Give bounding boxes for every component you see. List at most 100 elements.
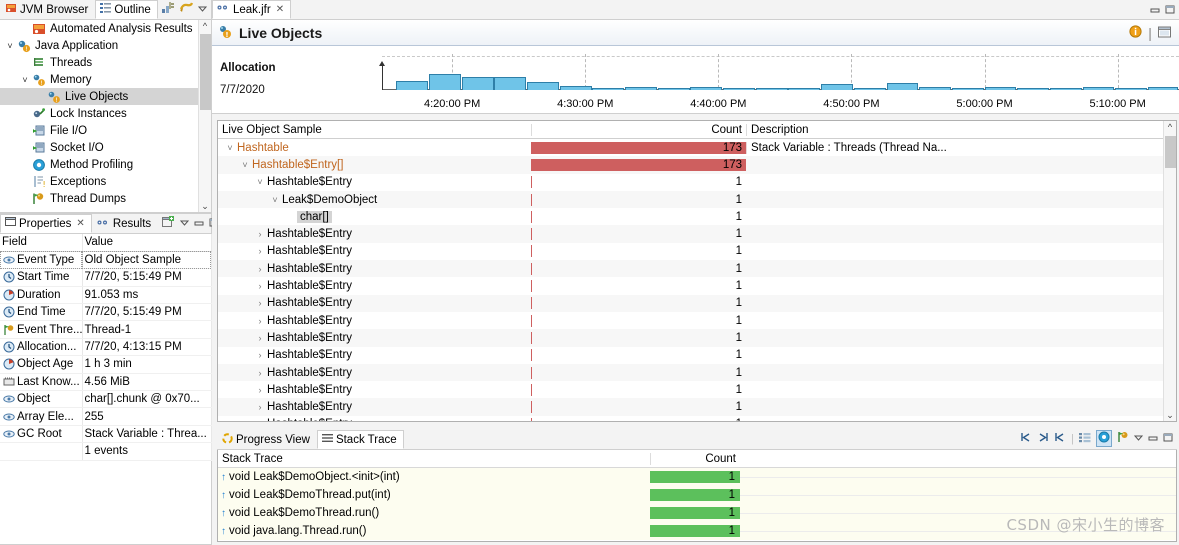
stack-trace-row[interactable]: ↑ void Leak$DemoThread.put(int) 1 <box>218 486 1176 504</box>
tab-jvm-browser[interactable]: JVM Browser <box>0 0 95 19</box>
table-row[interactable]: char[] 1 <box>218 208 1176 225</box>
properties-row[interactable]: Start Time 7/7/20, 5:15:49 PM <box>0 268 212 287</box>
chart-bar[interactable] <box>886 82 919 90</box>
chart-bar[interactable] <box>1017 87 1050 90</box>
minimize-icon[interactable] <box>1150 5 1160 17</box>
tab-results[interactable]: Results <box>92 214 158 233</box>
minimize-icon[interactable] <box>1148 433 1158 445</box>
close-icon[interactable]: ✕ <box>76 218 84 229</box>
chart-bar[interactable] <box>657 88 690 90</box>
scroll-up-arrow[interactable]: ^ <box>203 20 207 32</box>
sidebar-item-socket-i-o[interactable]: Socket I/O <box>0 139 211 156</box>
table-row[interactable]: ˅ Hashtable$Entry[] 173 <box>218 156 1176 174</box>
table-row[interactable]: ›Hashtable$Entry 1 <box>218 260 1176 278</box>
minimize-icon[interactable] <box>194 218 204 230</box>
tree-twisty[interactable]: › <box>253 264 267 274</box>
scroll-up-arrow[interactable]: ^ <box>1168 121 1172 133</box>
stack-trace-row[interactable]: ↑ void Leak$DemoObject.<init>(int) 1 <box>218 468 1176 486</box>
tree-layout-icon[interactable] <box>1079 432 1091 446</box>
next-frame-icon[interactable] <box>1054 432 1066 446</box>
tree-twisty[interactable]: › <box>253 246 267 256</box>
close-icon[interactable]: ✕ <box>276 4 284 15</box>
column-header-count[interactable]: Count <box>531 123 746 136</box>
tab-stack-trace[interactable]: Stack Trace <box>316 430 404 449</box>
sidebar-item-automated-analysis-results[interactable]: Automated Analysis Results <box>0 20 211 37</box>
chart-bar[interactable] <box>821 84 854 90</box>
filter-icon[interactable] <box>179 2 193 17</box>
tab-leak-jfr[interactable]: Leak.jfr ✕ <box>212 0 292 19</box>
chart-bar[interactable] <box>396 80 429 90</box>
tree-twisty[interactable]: ˅ <box>253 177 267 187</box>
chart-bar[interactable] <box>461 77 494 90</box>
scroll-down-arrow[interactable]: ⌄ <box>1166 409 1174 421</box>
chart-bar[interactable] <box>559 86 592 90</box>
chart-bar[interactable] <box>1115 87 1148 90</box>
sidebar-item-threads[interactable]: Threads <box>0 54 211 71</box>
maximize-icon[interactable] <box>1165 5 1175 17</box>
stack-trace-row[interactable]: ↑ void Leak$DemoThread.run() 1 <box>218 504 1176 522</box>
properties-row[interactable]: Object Age 1 h 3 min <box>0 355 212 374</box>
chart-bar[interactable] <box>1049 88 1082 90</box>
chart-bar[interactable] <box>690 86 723 90</box>
tab-properties[interactable]: Properties ✕ <box>0 214 92 233</box>
maximize-icon[interactable] <box>1163 433 1173 445</box>
tab-progress-view[interactable]: Progress View <box>217 430 317 449</box>
tree-twisty[interactable]: › <box>253 281 267 291</box>
properties-row[interactable]: Allocation... 7/7/20, 4:13:15 PM <box>0 338 212 357</box>
column-header-count[interactable]: Count <box>650 452 740 465</box>
tree-twisty[interactable]: › <box>253 298 267 308</box>
chart-bar[interactable] <box>853 88 886 90</box>
chart-bar[interactable] <box>1082 87 1115 90</box>
chart-bar[interactable] <box>755 88 788 90</box>
sidebar-item-exceptions[interactable]: ! Exceptions <box>0 173 211 190</box>
tree-twisty[interactable]: ˅ <box>268 195 282 205</box>
view-menu-icon[interactable] <box>1133 433 1144 445</box>
table-row[interactable]: ˅ Hashtable 173 Stack Variable : Threads (T… <box>218 139 1176 156</box>
collapse-frame-icon[interactable] <box>1020 432 1032 446</box>
tree-twisty[interactable]: ˅ <box>223 143 237 153</box>
table-row[interactable]: ›Hashtable$Entry 1 <box>218 363 1176 382</box>
scrollbar-thumb[interactable] <box>1165 136 1176 168</box>
properties-row[interactable]: Event Thre... Thread-1 <box>0 320 212 339</box>
table-row[interactable]: ›Hashtable$Entry 1 <box>218 416 1176 421</box>
outline-scrollbar[interactable]: ^ ⌄ <box>198 20 211 212</box>
table-row[interactable]: ›Hashtable$Entry 1 <box>218 398 1176 416</box>
tree-twisty[interactable]: › <box>253 316 267 326</box>
properties-row[interactable]: Last Know... 4.56 MiB <box>0 373 212 392</box>
table-scrollbar[interactable]: ^ ⌄ <box>1163 121 1176 421</box>
properties-row[interactable]: Duration 91.053 ms <box>0 286 212 305</box>
table-row[interactable]: ›Hashtable$Entry 1 <box>218 225 1176 243</box>
sidebar-item-thread-dumps[interactable]: Thread Dumps <box>0 190 211 207</box>
table-row[interactable]: ›Hashtable$Entry 1 <box>218 329 1176 347</box>
sidebar-item-lock-instances[interactable]: Lock Instances <box>0 105 211 122</box>
chart-bar[interactable] <box>527 82 559 90</box>
scrollbar-thumb[interactable] <box>200 34 211 110</box>
sort-icon[interactable] <box>161 2 175 17</box>
table-row[interactable]: ›Hashtable$Entry 1 <box>218 381 1176 398</box>
sidebar-item-method-profiling[interactable]: Method Profiling <box>0 156 211 173</box>
column-header-description[interactable]: Description <box>746 123 946 136</box>
tab-outline[interactable]: Outline <box>95 0 158 19</box>
toggle-panel-icon[interactable] <box>1158 26 1171 40</box>
table-row[interactable]: ˅ Leak$DemoObject 1 <box>218 190 1176 209</box>
chart-bar[interactable] <box>1147 87 1179 90</box>
sidebar-item-memory[interactable]: ˅! Memory <box>0 71 211 88</box>
properties-row[interactable]: Object char[].chunk @ 0x70... <box>0 390 212 409</box>
tree-twisty[interactable]: › <box>253 350 267 360</box>
chart-bar[interactable] <box>919 87 952 90</box>
table-row[interactable]: ›Hashtable$Entry 1 <box>218 243 1176 260</box>
chart-bar[interactable] <box>625 86 657 90</box>
properties-row[interactable]: GC Root Stack Variable : Threa... <box>0 425 212 444</box>
chart-plot-area[interactable]: 4:20:00 PM 4:30:00 PM 4:40:00 PM 4:50:00 PM… <box>379 46 1179 113</box>
tree-twisty[interactable]: › <box>253 333 267 343</box>
method-profiling-icon[interactable] <box>1096 430 1112 447</box>
chart-bar[interactable] <box>494 77 527 90</box>
column-header-field[interactable]: Field <box>0 234 83 252</box>
chart-bar[interactable] <box>592 88 625 90</box>
tree-twisty[interactable]: ˅ <box>238 160 252 170</box>
properties-row[interactable]: Event Type Old Object Sample <box>0 251 212 270</box>
view-menu-icon[interactable] <box>180 218 190 230</box>
tree-twisty[interactable]: › <box>253 368 267 378</box>
chart-bar[interactable] <box>429 73 461 90</box>
chart-bar[interactable] <box>984 86 1017 90</box>
